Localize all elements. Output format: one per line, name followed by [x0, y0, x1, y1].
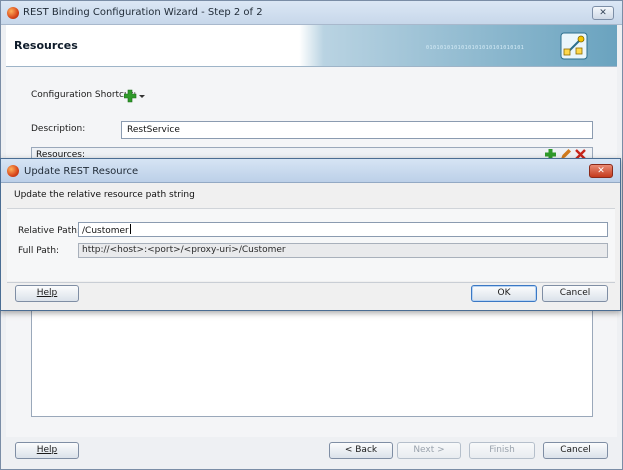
wizard-cancel-button[interactable]: Cancel: [543, 442, 608, 459]
configuration-shortcut-add-icon[interactable]: [124, 89, 146, 103]
wizard-titlebar: REST Binding Configuration Wizard - Step…: [1, 1, 622, 25]
wizard-header: Resources 0101010101010101010101010101: [6, 25, 617, 67]
wizard-logo-icon: [560, 32, 588, 60]
update-rest-resource-dialog: Update REST Resource ✕ Update the relati…: [0, 158, 621, 311]
wizard-title: REST Binding Configuration Wizard - Step…: [23, 7, 263, 18]
description-label: Description:: [31, 124, 86, 134]
dialog-app-icon: [7, 165, 19, 177]
description-field[interactable]: RestService: [121, 121, 593, 139]
dialog-title: Update REST Resource: [24, 166, 139, 177]
dialog-help-button[interactable]: Help: [15, 285, 79, 302]
wizard-help-label: Help: [36, 445, 58, 455]
wizard-help-button[interactable]: Help: [15, 442, 79, 459]
header-binary-decoration: 0101010101010101010101010101: [426, 45, 525, 51]
dialog-body: Relative Path: /Customer Full Path: http…: [7, 209, 615, 281]
dialog-footer-separator: [7, 282, 615, 283]
dialog-cancel-button[interactable]: Cancel: [542, 285, 608, 302]
app-icon: [7, 7, 19, 19]
wizard-step-title: Resources: [14, 39, 78, 52]
dialog-titlebar: Update REST Resource ✕: [1, 159, 620, 183]
relative-path-value: /Customer: [82, 226, 129, 236]
dialog-close-button[interactable]: ✕: [589, 164, 613, 178]
dialog-help-label: Help: [36, 288, 58, 298]
relative-path-label: Relative Path:: [18, 226, 80, 236]
next-button[interactable]: Next >: [397, 442, 461, 459]
back-button[interactable]: < Back: [329, 442, 393, 459]
ok-button[interactable]: OK: [471, 285, 537, 302]
configuration-shortcut-label: Configuration Shortcut:: [31, 90, 137, 100]
relative-path-input[interactable]: /Customer: [78, 222, 608, 237]
dialog-instruction: Update the relative resource path string: [14, 190, 195, 200]
full-path-label: Full Path:: [18, 246, 60, 256]
full-path-field: http://<host>:<port>/<proxy-uri>/Custome…: [78, 243, 608, 258]
wizard-close-button[interactable]: ✕: [592, 6, 614, 20]
text-caret: [129, 224, 131, 234]
finish-button[interactable]: Finish: [469, 442, 535, 459]
